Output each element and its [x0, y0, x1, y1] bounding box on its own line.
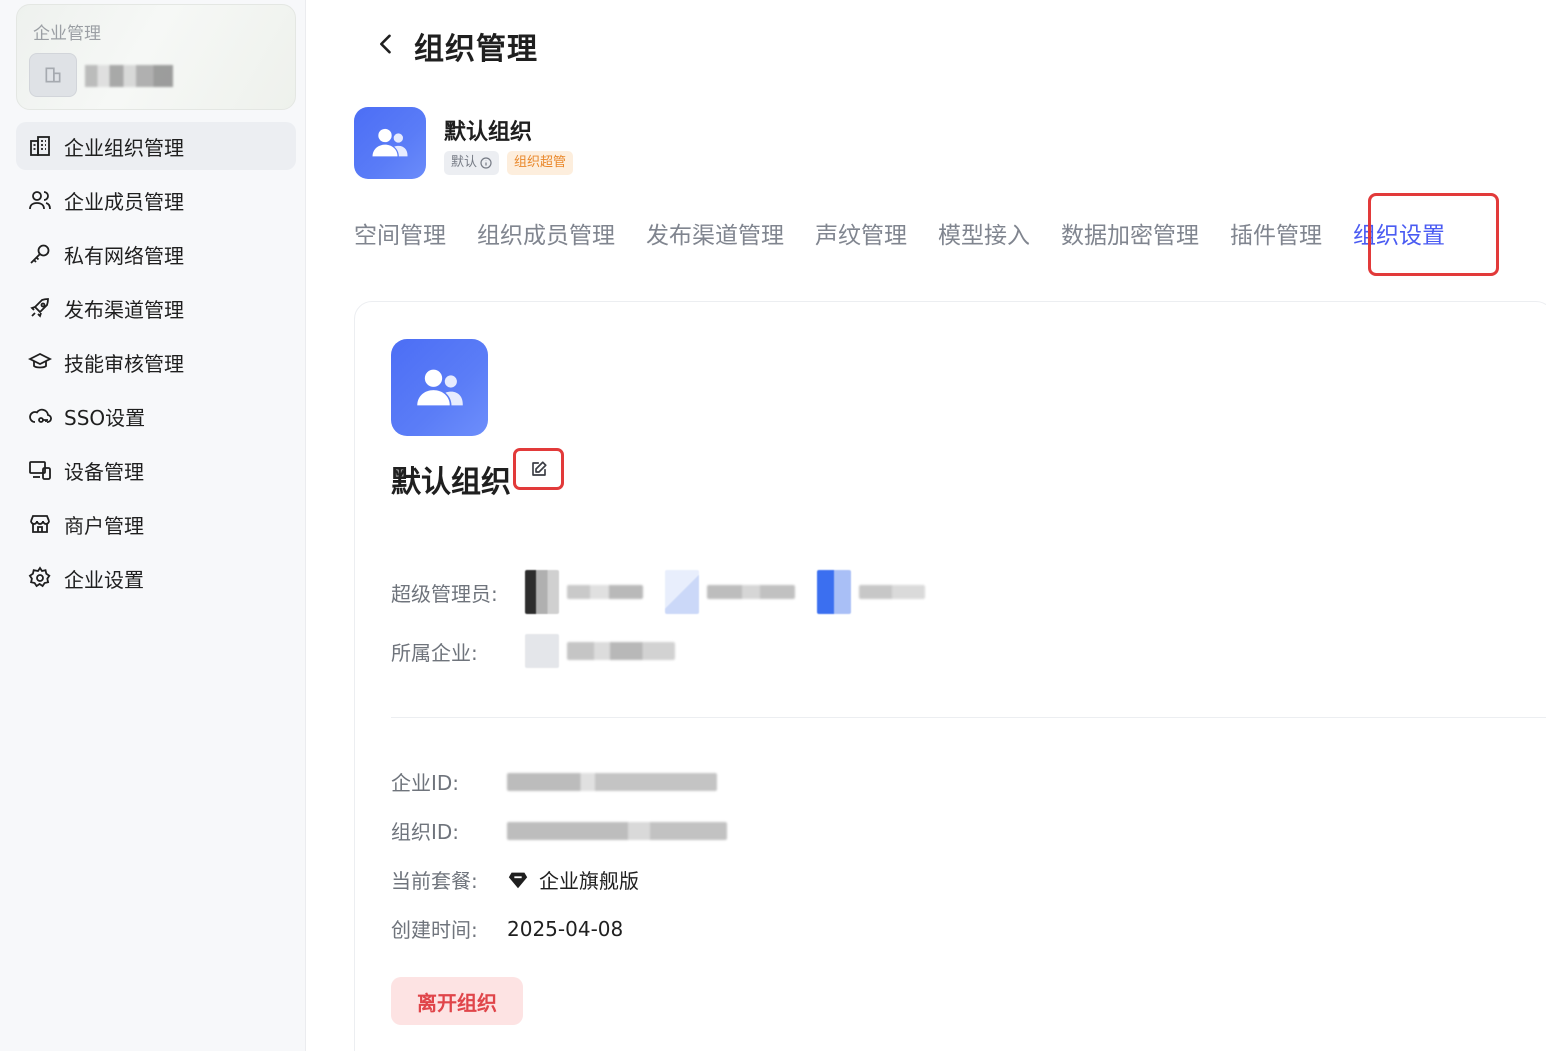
created-value: 2025-04-08	[507, 916, 624, 941]
leave-org-button[interactable]: 离开组织	[391, 977, 523, 1025]
avatar	[665, 570, 699, 614]
group-icon	[416, 369, 463, 405]
org-tabs: 空间管理 组织成员管理 发布渠道管理 声纹管理 模型接入 数据加密管理 插件管理…	[354, 216, 1445, 250]
org-name: 默认组织	[444, 120, 533, 145]
admin-name-redacted	[567, 585, 643, 599]
default-tag-label: 默认	[451, 155, 478, 170]
sidebar-item-sso-settings[interactable]: SSO设置	[16, 392, 296, 440]
enterprise-label: 所属企业:	[391, 640, 478, 665]
admin-name-redacted	[707, 585, 795, 599]
diamond-icon	[508, 872, 528, 888]
sidebar-item-devices[interactable]: 设备管理	[16, 446, 296, 494]
admin-name-redacted	[859, 585, 925, 599]
tab-org-settings[interactable]: 组织设置	[1353, 216, 1445, 250]
avatar	[525, 570, 559, 614]
page-title: 组织管理	[414, 32, 538, 67]
tab-space-management[interactable]: 空间管理	[354, 216, 446, 250]
enterprise-card-title: 企业管理	[33, 24, 101, 44]
org-id-row: 组织ID:	[391, 816, 727, 845]
tab-model-access[interactable]: 模型接入	[938, 216, 1030, 250]
rocket-icon	[30, 298, 49, 318]
enterprise-row: 所属企业:	[391, 634, 675, 668]
tab-voiceprint[interactable]: 声纹管理	[815, 216, 907, 250]
org-name-large: 默认组织	[391, 465, 511, 500]
org-tags: 默认 组织超管	[444, 151, 574, 175]
group-icon	[372, 128, 408, 157]
sidebar: 企业管理 企业组织管理 企业成员管理 私有网络管理 发布渠道管理 技能审核管理	[0, 0, 306, 1051]
users-icon	[29, 191, 51, 210]
sidebar-item-label: 企业设置	[64, 567, 144, 592]
chevron-left-icon[interactable]	[372, 30, 400, 58]
avatar	[817, 570, 851, 614]
tab-publish-channels[interactable]: 发布渠道管理	[646, 216, 784, 250]
sidebar-item-skill-review[interactable]: 技能审核管理	[16, 338, 296, 386]
sidebar-item-publish-channels[interactable]: 发布渠道管理	[16, 284, 296, 332]
sidebar-item-label: 发布渠道管理	[64, 297, 184, 322]
sidebar-item-merchants[interactable]: 商户管理	[16, 500, 296, 548]
tab-org-members[interactable]: 组织成员管理	[477, 216, 615, 250]
created-label: 创建时间:	[391, 918, 478, 942]
created-row: 创建时间: 2025-04-08	[391, 914, 623, 943]
store-icon	[30, 515, 50, 533]
org-avatar	[354, 107, 426, 179]
enterprise-name-redacted	[567, 642, 675, 660]
tab-data-encryption[interactable]: 数据加密管理	[1061, 216, 1199, 250]
key-icon	[30, 244, 50, 264]
enterprise-avatar	[525, 634, 559, 668]
sidebar-item-private-network[interactable]: 私有网络管理	[16, 230, 296, 278]
sidebar-item-label: 私有网络管理	[64, 243, 184, 268]
enterprise-id-redacted	[507, 772, 717, 791]
sidebar-item-label: 企业成员管理	[64, 189, 184, 214]
super-admin-entry	[665, 570, 795, 614]
enterprise-id-row: 企业ID:	[391, 767, 717, 796]
super-admin-row: 超级管理员:	[391, 570, 947, 614]
sidebar-item-enterprise-settings[interactable]: 企业设置	[16, 554, 296, 602]
sidebar-item-label: 商户管理	[64, 513, 144, 538]
edit-org-name-button[interactable]	[513, 448, 564, 490]
sidebar-item-label: SSO设置	[64, 405, 146, 430]
sidebar-item-enterprise-org[interactable]: 企业组织管理	[16, 122, 296, 170]
divider	[391, 717, 1546, 718]
sidebar-item-label: 技能审核管理	[64, 351, 184, 376]
super-admin-entry	[525, 570, 643, 614]
super-admin-tag: 组织超管	[507, 151, 574, 175]
plan-row: 当前套餐: 企业旗舰版	[391, 865, 639, 894]
info-icon[interactable]	[480, 157, 492, 169]
building-icon	[30, 136, 50, 156]
plan-value: 企业旗舰版	[539, 869, 639, 893]
enterprise-logo	[29, 53, 77, 97]
building-icon	[45, 67, 61, 83]
org-id-redacted	[507, 821, 727, 840]
enterprise-card[interactable]: 企业管理	[16, 4, 296, 110]
enterprise-id-label: 企业ID:	[391, 771, 460, 795]
sidebar-item-label: 设备管理	[64, 459, 144, 484]
plan-label: 当前套餐:	[391, 869, 478, 893]
sidebar-item-enterprise-members[interactable]: 企业成员管理	[16, 176, 296, 224]
devices-icon	[29, 461, 51, 480]
super-admin-entry	[817, 570, 925, 614]
default-tag: 默认	[444, 151, 500, 175]
org-avatar-large[interactable]	[391, 339, 488, 436]
graduation-cap-icon	[28, 352, 52, 369]
org-settings-card: 默认组织 超级管理员: 所属企业: 企业ID: 组织ID: 当前套餐: 企业旗舰…	[354, 301, 1546, 1051]
enterprise-name-redacted	[85, 65, 173, 87]
cloud-key-icon	[29, 408, 52, 423]
main-content: 组织管理 默认组织 默认 组织超管 空间管理 组织成员管理 发布渠道管理 声纹管…	[306, 0, 1546, 1051]
sidebar-item-label: 企业组织管理	[64, 135, 184, 160]
sidebar-menu: 企业组织管理 企业成员管理 私有网络管理 发布渠道管理 技能审核管理 SSO设置…	[16, 122, 296, 608]
edit-icon	[531, 461, 547, 476]
gear-icon	[28, 566, 51, 588]
org-id-label: 组织ID:	[391, 820, 460, 844]
super-admin-label: 超级管理员:	[391, 581, 498, 606]
tab-plugins[interactable]: 插件管理	[1230, 216, 1322, 250]
